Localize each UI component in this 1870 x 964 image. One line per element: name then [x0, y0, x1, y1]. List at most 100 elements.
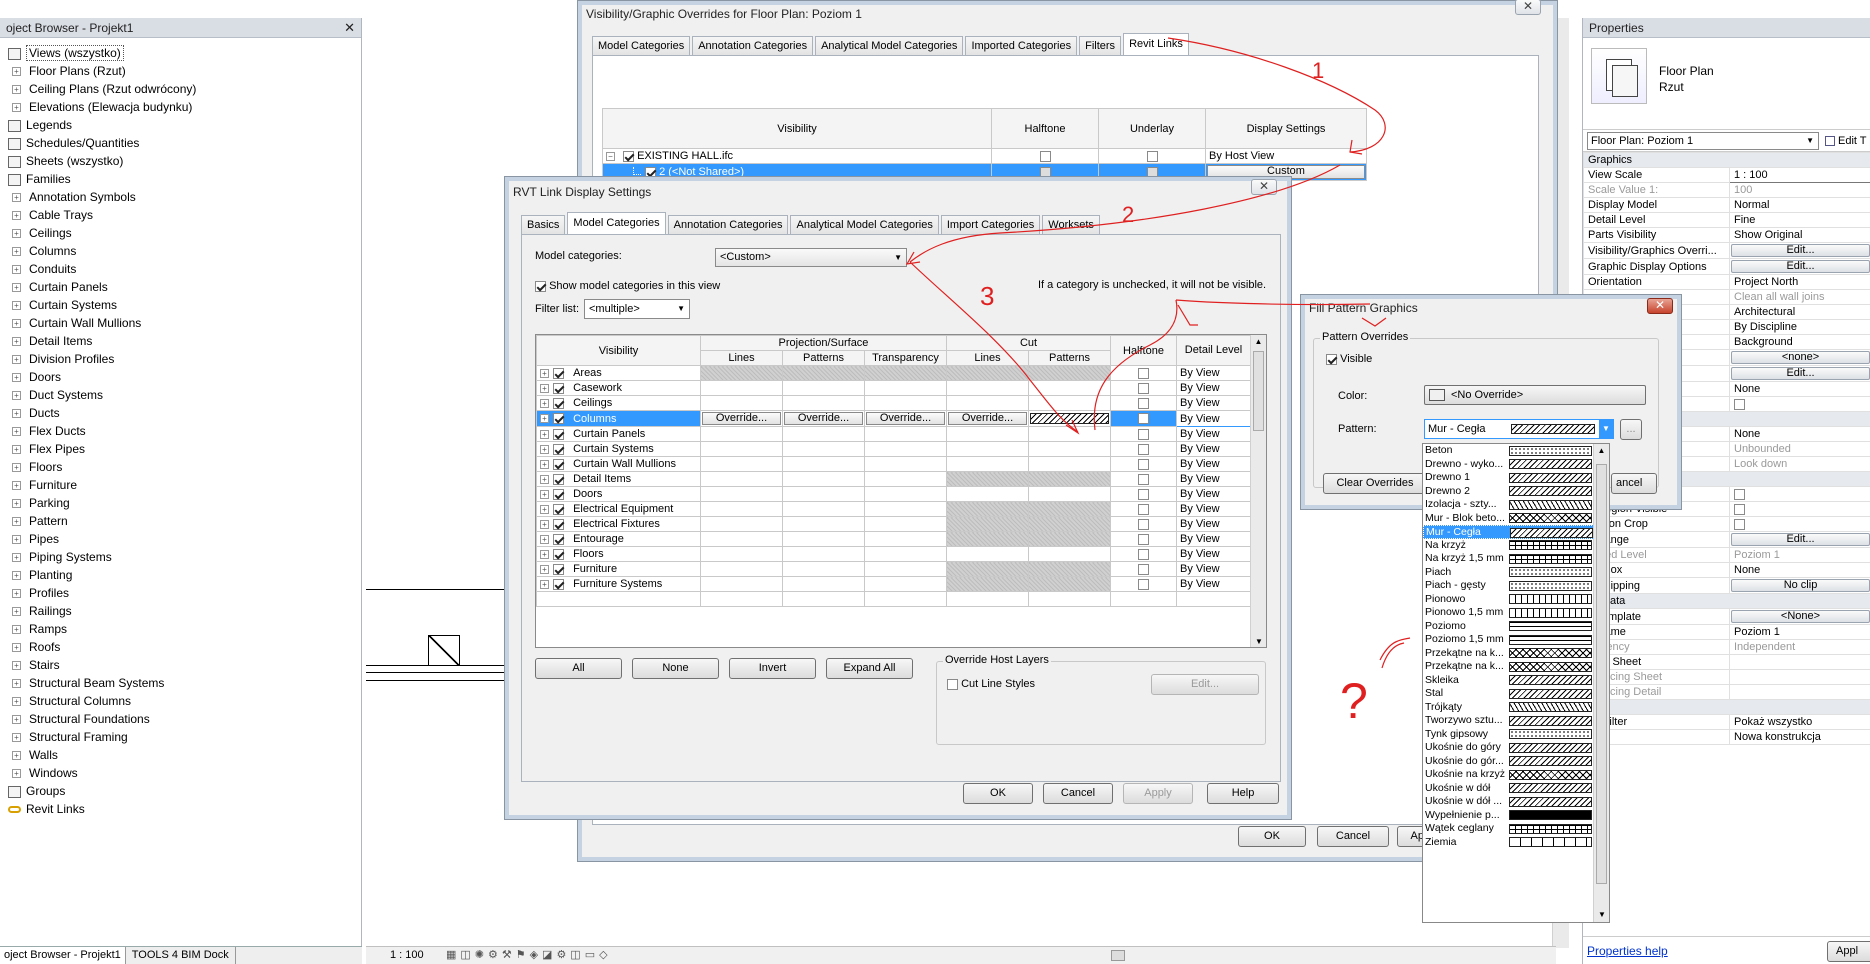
- rvt-apply-button[interactable]: Apply: [1123, 783, 1193, 804]
- collapse-icon[interactable]: −: [606, 151, 615, 161]
- pattern-option[interactable]: Mur - Blok beto...: [1423, 512, 1594, 526]
- category-visibility-checkbox[interactable]: [553, 548, 564, 560]
- tab-import-categories[interactable]: Import Categories: [940, 215, 1041, 234]
- browser-node-roofs[interactable]: + Roofs: [4, 638, 361, 656]
- browser-node-piping-systems[interactable]: + Piping Systems: [4, 548, 361, 566]
- expand-icon[interactable]: +: [12, 193, 21, 203]
- override-button[interactable]: Override...: [702, 412, 781, 425]
- browser-node-pipes[interactable]: + Pipes: [4, 530, 361, 548]
- browser-node-walls[interactable]: + Walls: [4, 746, 361, 764]
- expand-icon[interactable]: +: [12, 427, 21, 437]
- proj-patterns-cell[interactable]: [782, 486, 865, 502]
- tab-worksets[interactable]: Worksets: [1042, 215, 1100, 234]
- cut-patterns-cell[interactable]: [1028, 471, 1111, 487]
- proj-patterns-cell[interactable]: [782, 380, 865, 396]
- cut-patterns-cell[interactable]: [1028, 441, 1111, 457]
- visible-option[interactable]: Visible: [1326, 353, 1372, 365]
- tab-revit-links[interactable]: Revit Links: [1123, 33, 1189, 55]
- vg-link-row[interactable]: − EXISTING HALL.ifc By Host View: [602, 148, 1367, 164]
- clear-overrides-button[interactable]: Clear Overrides: [1323, 473, 1427, 494]
- cut-patterns-cell[interactable]: [1028, 561, 1111, 577]
- pattern-option[interactable]: Ukośnie do góry: [1423, 741, 1594, 755]
- expand-icon[interactable]: +: [12, 751, 21, 761]
- category-halftone-checkbox[interactable]: [1138, 548, 1149, 560]
- scroll-up-icon[interactable]: ▲: [1251, 335, 1266, 349]
- property-value[interactable]: No clip: [1729, 577, 1870, 594]
- proj-lines-cell[interactable]: [700, 576, 783, 592]
- override-button[interactable]: Override...: [784, 412, 863, 425]
- property-value[interactable]: Poziom 1: [1729, 624, 1870, 640]
- proj-patterns-cell[interactable]: [782, 516, 865, 532]
- category-detail-level[interactable]: By View: [1176, 516, 1251, 532]
- category-visibility-checkbox[interactable]: [553, 563, 564, 575]
- color-button[interactable]: <No Override>: [1424, 385, 1646, 405]
- cut-patterns-cell[interactable]: [1028, 516, 1111, 532]
- tab-model-categories[interactable]: Model Categories: [567, 212, 666, 234]
- proj-transparency-cell[interactable]: [864, 471, 947, 487]
- cut-patterns-cell[interactable]: [1028, 546, 1111, 562]
- expand-icon[interactable]: +: [12, 661, 21, 671]
- property-value[interactable]: By Discipline: [1729, 319, 1870, 335]
- property-row[interactable]: e on Sheet: [1583, 654, 1870, 670]
- browser-node-sheets-wszystko[interactable]: Sheets (wszystko): [4, 152, 361, 170]
- expand-icon[interactable]: +: [540, 534, 549, 544]
- category-detail-level[interactable]: By View: [1176, 426, 1251, 442]
- category-row[interactable]: + Furniture By View: [536, 561, 1251, 577]
- category-row[interactable]: + Columns Override... Override... Override.…: [536, 410, 1251, 427]
- proj-transparency-cell[interactable]: [864, 486, 947, 502]
- browser-node-floors[interactable]: + Floors: [4, 458, 361, 476]
- property-row[interactable]: endencyIndependent: [1583, 639, 1870, 655]
- rvt-help-button[interactable]: Help: [1207, 783, 1279, 804]
- proj-transparency-cell[interactable]: [864, 456, 947, 472]
- category-halftone-checkbox[interactable]: [1138, 578, 1149, 590]
- properties-section-header[interactable]: ity Data: [1583, 593, 1870, 609]
- tab-analytical-model-categories[interactable]: Analytical Model Categories: [815, 36, 964, 55]
- scroll-thumb[interactable]: [1253, 351, 1264, 431]
- link-display-settings[interactable]: By Host View: [1205, 148, 1367, 164]
- property-row[interactable]: Graphic Display Options Edit...: [1583, 258, 1870, 275]
- property-value[interactable]: Show Original: [1729, 227, 1870, 243]
- property-checkbox[interactable]: [1734, 518, 1745, 530]
- property-value[interactable]: 100: [1729, 182, 1870, 198]
- expand-icon[interactable]: +: [12, 301, 21, 311]
- cut-lines-cell[interactable]: [946, 546, 1029, 562]
- tab-model-categories[interactable]: Model Categories: [592, 36, 691, 55]
- cut-patterns-cell[interactable]: [1028, 531, 1111, 547]
- expand-icon[interactable]: +: [12, 697, 21, 707]
- expand-icon[interactable]: +: [12, 607, 21, 617]
- proj-transparency-cell[interactable]: [864, 516, 947, 532]
- property-value[interactable]: None: [1729, 426, 1870, 442]
- properties-apply-button[interactable]: Appl: [1827, 941, 1870, 962]
- category-halftone-checkbox[interactable]: [1138, 397, 1149, 409]
- proj-lines-cell[interactable]: [700, 426, 783, 442]
- proj-lines-cell[interactable]: [700, 471, 783, 487]
- pattern-option[interactable]: Trójkąty: [1423, 701, 1594, 715]
- edit-type-button[interactable]: Edit T: [1825, 132, 1867, 150]
- proj-patterns-cell[interactable]: [782, 456, 865, 472]
- category-halftone-checkbox[interactable]: [1138, 443, 1149, 455]
- category-detail-level[interactable]: By View: [1176, 365, 1251, 381]
- filter-list-dropdown[interactable]: <multiple> ▼: [584, 299, 690, 319]
- expand-icon[interactable]: +: [540, 474, 549, 484]
- properties-help-link[interactable]: Properties help: [1587, 944, 1668, 958]
- property-row[interactable]: Scale Value 1: 100: [1583, 182, 1870, 198]
- expand-icon[interactable]: +: [540, 504, 549, 514]
- browser-node-legends[interactable]: Legends: [4, 116, 361, 134]
- pattern-option[interactable]: Wątek ceglany: [1423, 822, 1594, 836]
- browser-node-views-wszystko[interactable]: Views (wszystko): [4, 44, 361, 62]
- category-detail-level[interactable]: By View: [1176, 561, 1251, 577]
- browser-node-structural-beam-systems[interactable]: + Structural Beam Systems: [4, 674, 361, 692]
- property-value[interactable]: <None>: [1729, 608, 1870, 625]
- grid-col-cut[interactable]: Cut: [946, 335, 1111, 351]
- vg-col-display-settings[interactable]: Display Settings: [1205, 108, 1367, 149]
- expand-icon[interactable]: +: [12, 391, 21, 401]
- category-row[interactable]: + Curtain Systems By View: [536, 441, 1251, 457]
- expand-icon[interactable]: +: [12, 769, 21, 779]
- properties-section-header[interactable]: ing: [1583, 699, 1870, 715]
- pattern-option[interactable]: Na krzyż 1,5 mm: [1423, 552, 1594, 566]
- override-edit-button[interactable]: Edit...: [1151, 674, 1259, 695]
- browser-node-conduits[interactable]: + Conduits: [4, 260, 361, 278]
- property-value[interactable]: <none>: [1729, 349, 1870, 366]
- expand-icon[interactable]: +: [540, 368, 549, 378]
- browser-node-furniture[interactable]: + Furniture: [4, 476, 361, 494]
